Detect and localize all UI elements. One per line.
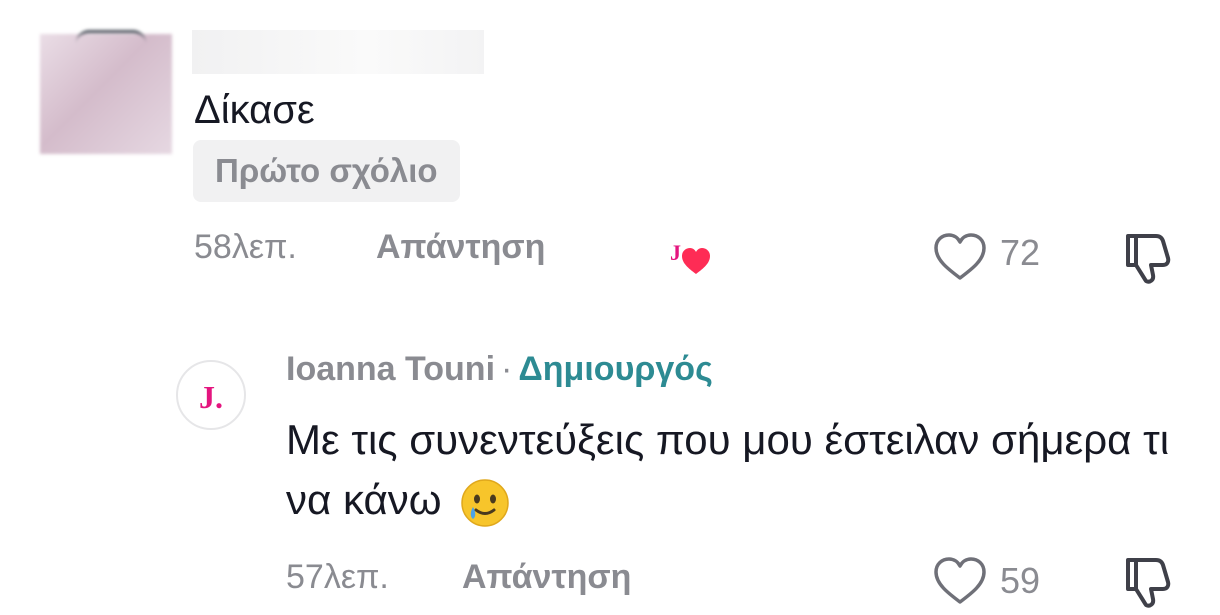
heart-icon[interactable]: [932, 232, 988, 282]
thumbs-down-icon[interactable]: [1118, 552, 1178, 610]
like-count: 72: [1000, 232, 1041, 273]
comment-timestamp: 58λεπ.: [194, 228, 297, 266]
first-comment-badge: Πρώτο σχόλιο: [193, 140, 460, 202]
reply-button[interactable]: Απάντηση: [462, 558, 631, 597]
reply-button[interactable]: Απάντηση: [376, 228, 545, 267]
like-count: 59: [1000, 560, 1041, 601]
reply-author[interactable]: Ioanna Touni · Δημιουργός: [286, 350, 713, 389]
separator-dot: ·: [501, 350, 513, 388]
author-name[interactable]: Ioanna Touni: [286, 350, 495, 388]
reply-text: Με τις συνεντεύξεις που μου έστειλαν σήμ…: [286, 410, 1186, 530]
creator-liked-heart-icon: J: [668, 238, 716, 276]
commenter-username-redacted[interactable]: [192, 30, 484, 74]
reply-text-content: Με τις συνεντεύξεις που μου έστειλαν σήμ…: [286, 416, 1170, 523]
comment-text: Δίκασε: [194, 88, 315, 132]
reply-timestamp: 57λεπ.: [286, 558, 389, 596]
svg-text:J: J: [670, 240, 681, 265]
commenter-avatar[interactable]: [40, 30, 172, 154]
smiling-face-with-tear-emoji: [459, 477, 511, 529]
thumbs-down-icon[interactable]: [1118, 228, 1178, 286]
heart-icon[interactable]: [932, 556, 988, 606]
creator-avatar[interactable]: J.: [176, 360, 246, 430]
creator-label: Δημιουργός: [518, 350, 713, 388]
